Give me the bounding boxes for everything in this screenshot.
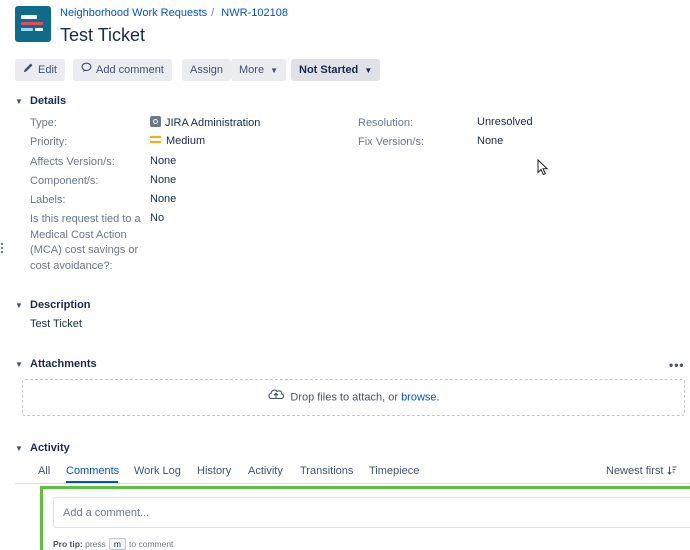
- pro-tip: Pro tip: press m to comment: [53, 538, 173, 550]
- tab-timepiece[interactable]: Timepiece: [369, 465, 419, 477]
- affects-version-value[interactable]: None: [150, 155, 176, 167]
- priority-value[interactable]: Medium: [150, 135, 205, 147]
- labels-value[interactable]: None: [150, 193, 176, 205]
- tab-comments[interactable]: Comments: [66, 465, 119, 477]
- component-value[interactable]: None: [150, 174, 176, 186]
- description-text[interactable]: Test Ticket: [30, 318, 82, 330]
- assign-button[interactable]: Assign: [182, 59, 232, 81]
- description-heading: Description: [30, 299, 91, 311]
- type-label: Type:: [30, 117, 57, 129]
- drag-handle-icon[interactable]: [1, 243, 3, 255]
- more-button-label: More: [239, 64, 265, 76]
- breadcrumb-separator: /: [211, 7, 215, 19]
- sort-order-button[interactable]: Newest first: [606, 465, 677, 477]
- add-comment-button[interactable]: Add comment: [73, 59, 172, 81]
- page-title[interactable]: Test Ticket: [60, 25, 145, 46]
- protip-pre: press: [85, 539, 106, 549]
- chevron-down-icon: ▼: [15, 359, 23, 369]
- protip-label: Pro tip:: [53, 539, 83, 549]
- chevron-down-icon: ▼: [15, 300, 23, 310]
- type-value-text: JIRA Administration: [165, 117, 261, 129]
- more-button[interactable]: More ▼: [231, 59, 287, 81]
- attachments-heading: Attachments: [30, 358, 97, 370]
- chevron-down-icon: ▼: [15, 443, 23, 453]
- activity-toggle[interactable]: ▼ Activity: [15, 442, 70, 454]
- keyboard-shortcut-key: m: [108, 538, 127, 550]
- add-comment-button-label: Add comment: [96, 64, 164, 76]
- status-dropdown-button[interactable]: Not Started ▼: [291, 59, 381, 81]
- details-heading: Details: [30, 95, 67, 107]
- issuetype-icon: [150, 116, 161, 127]
- attachments-more-icon[interactable]: •••: [669, 358, 685, 372]
- project-avatar[interactable]: [15, 6, 51, 42]
- mca-question-label: Is this request tied to a Medical Cost A…: [30, 213, 141, 272]
- sort-descending-icon: [666, 465, 677, 477]
- description-toggle[interactable]: ▼ Description: [15, 299, 91, 311]
- tab-activity[interactable]: Activity: [248, 465, 283, 477]
- type-value[interactable]: JIRA Administration: [150, 116, 260, 129]
- activity-heading: Activity: [30, 442, 70, 454]
- sort-order-label: Newest first: [606, 465, 664, 477]
- attachments-toggle[interactable]: ▼ Attachments: [15, 358, 97, 370]
- tab-transitions[interactable]: Transitions: [300, 465, 353, 477]
- edit-button-label: Edit: [38, 64, 57, 76]
- tab-all[interactable]: All: [38, 465, 50, 477]
- breadcrumb-project-link[interactable]: Neighborhood Work Requests: [60, 7, 207, 19]
- details-toggle[interactable]: ▼ Details: [15, 95, 66, 107]
- pencil-icon: [23, 59, 34, 81]
- labels-label: Labels:: [30, 194, 66, 206]
- edit-button[interactable]: Edit: [15, 59, 65, 81]
- resolution-label: Resolution:: [358, 117, 414, 129]
- breadcrumb-issue-key-link[interactable]: NWR-102108: [221, 7, 288, 19]
- resolution-value: Unresolved: [477, 116, 533, 128]
- attachment-dropzone[interactable]: Drop files to attach, or browse.: [22, 379, 685, 416]
- tab-work-log[interactable]: Work Log: [134, 465, 181, 477]
- fix-version-label: Fix Version/s:: [358, 136, 425, 148]
- chevron-down-icon: ▼: [15, 96, 23, 106]
- cloud-upload-icon: [267, 380, 285, 415]
- add-comment-input[interactable]: [53, 497, 690, 528]
- chevron-down-icon: ▼: [364, 66, 373, 75]
- browse-link[interactable]: browse.: [401, 391, 440, 403]
- chevron-down-icon: ▼: [270, 66, 279, 75]
- protip-post: to comment: [129, 539, 174, 549]
- dropzone-text: Drop files to attach, or: [290, 391, 398, 404]
- priority-medium-icon: [150, 136, 161, 143]
- component-label: Component/s:: [30, 175, 99, 187]
- tab-history[interactable]: History: [197, 465, 231, 477]
- priority-label: Priority:: [30, 136, 68, 148]
- affects-version-label: Affects Version/s:: [30, 156, 115, 168]
- breadcrumb: Neighborhood Work Requests / NWR-102108: [60, 7, 288, 19]
- status-label: Not Started: [299, 64, 359, 76]
- tabs-divider: [15, 483, 690, 484]
- mca-question-value[interactable]: No: [150, 212, 164, 224]
- priority-value-text: Medium: [166, 135, 206, 147]
- fix-version-value[interactable]: None: [477, 135, 503, 147]
- comment-icon: [81, 59, 92, 81]
- mouse-cursor-icon: [537, 158, 549, 179]
- issue-header: Neighborhood Work Requests / NWR-102108 T…: [15, 6, 675, 46]
